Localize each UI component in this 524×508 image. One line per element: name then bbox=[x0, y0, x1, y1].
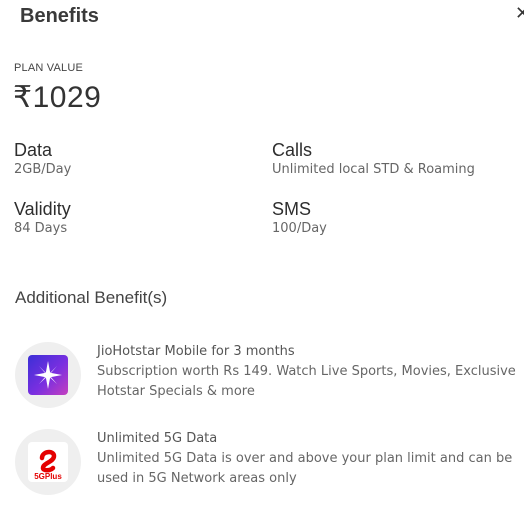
spec-value: 2GB/Day bbox=[14, 162, 72, 177]
benefit-item-jiohotstar: JioHotstar Mobile for 3 months Subscript… bbox=[15, 342, 524, 408]
spec-data: Data 2GB/Day bbox=[14, 139, 71, 179]
benefit-title: Unlimited 5G Data bbox=[97, 431, 218, 446]
spec-label: Validity bbox=[14, 199, 71, 219]
sheet-title: Benefits bbox=[20, 5, 99, 27]
additional-benefits-title: Additional Benefit(s) bbox=[15, 288, 168, 307]
spec-value: 100/Day bbox=[272, 221, 327, 236]
spec-value: Unlimited local STD & Roaming bbox=[272, 162, 475, 177]
benefit-item-5g: 5GPlus Unlimited 5G Data Unlimited 5G Da… bbox=[15, 429, 524, 495]
jiohotstar-icon bbox=[28, 355, 68, 395]
airtel-5g-plus-icon: 5GPlus bbox=[28, 442, 68, 482]
spec-calls: Calls Unlimited local STD & Roaming bbox=[272, 139, 475, 179]
plan-price: ₹1029 bbox=[13, 81, 102, 114]
benefit-description: Unlimited 5G Data is over and above your… bbox=[97, 451, 513, 486]
benefit-icon-circle bbox=[15, 342, 81, 408]
benefit-icon-circle: 5GPlus bbox=[15, 429, 81, 495]
spec-sms: SMS 100/Day bbox=[272, 198, 327, 238]
plan-value-label: PLAN VALUE bbox=[14, 62, 84, 74]
close-icon[interactable]: ✕ bbox=[515, 5, 524, 23]
spec-label: SMS bbox=[272, 199, 312, 219]
five-g-plus-text: 5GPlus bbox=[34, 472, 62, 481]
spec-label: Data bbox=[14, 140, 53, 160]
benefit-description: Subscription worth Rs 149. Watch Live Sp… bbox=[97, 364, 516, 399]
spec-label: Calls bbox=[272, 140, 313, 160]
benefit-title: JioHotstar Mobile for 3 months bbox=[97, 344, 295, 359]
spec-value: 84 Days bbox=[14, 221, 68, 236]
spec-validity: Validity 84 Days bbox=[14, 198, 71, 238]
